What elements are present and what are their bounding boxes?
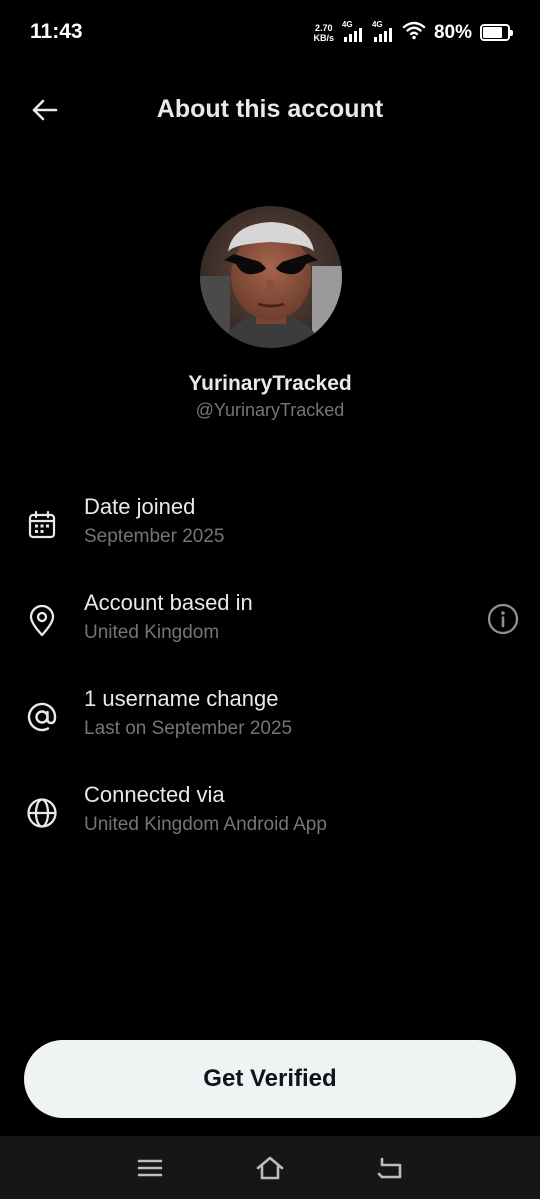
recent-apps-button[interactable] <box>133 1151 167 1185</box>
page-title: About this account <box>156 95 384 123</box>
signal-1-icon: 4G <box>342 20 364 44</box>
status-bar: 11:43 2.70 KB/s 4G 4G 80% <box>0 0 540 66</box>
display-name: YurinaryTracked <box>188 372 352 395</box>
battery-percent: 80% <box>433 21 472 43</box>
nav-back-button[interactable] <box>373 1151 407 1185</box>
account-based-in-value: United Kingdom <box>84 622 220 643</box>
status-indicators: 2.70 KB/s 4G 4G 80% <box>313 20 513 45</box>
system-nav-bar <box>0 1136 540 1199</box>
get-verified-button[interactable]: Get Verified <box>24 1040 516 1118</box>
signal-2-icon: 4G <box>372 20 394 44</box>
header: About this account <box>0 80 540 138</box>
username-change-value: Last on September 2025 <box>84 718 293 739</box>
date-joined-value: September 2025 <box>84 526 225 547</box>
info-row-date-joined: Date joined September 2025 <box>0 494 540 566</box>
home-icon <box>256 1156 284 1180</box>
info-row-connected-via: Connected via United Kingdom Android App <box>0 782 540 854</box>
menu-icon <box>137 1159 163 1177</box>
network-speed: 2.70 KB/s <box>313 23 334 43</box>
info-row-username-change: 1 username change Last on September 2025 <box>0 686 540 758</box>
avatar[interactable] <box>200 206 342 348</box>
info-button[interactable] <box>486 602 520 636</box>
wifi-icon <box>402 20 426 45</box>
username-change-title: 1 username change <box>84 686 279 711</box>
connected-via-title: Connected via <box>84 782 225 807</box>
date-joined-title: Date joined <box>84 494 196 519</box>
network-speed-value: 2.70 <box>314 22 333 33</box>
at-sign-icon <box>24 699 60 735</box>
calendar-icon <box>24 507 60 543</box>
account-based-in-title: Account based in <box>84 590 253 615</box>
back-icon <box>377 1157 402 1179</box>
username-handle: @YurinaryTracked <box>195 400 345 420</box>
connected-via-value: United Kingdom Android App <box>84 814 327 835</box>
network-speed-unit: KB/s <box>313 32 334 43</box>
status-time: 11:43 <box>30 20 83 43</box>
globe-icon <box>24 795 60 831</box>
home-button[interactable] <box>253 1151 287 1185</box>
battery-fill <box>483 27 503 38</box>
battery-icon <box>480 24 513 41</box>
info-icon <box>487 603 519 635</box>
info-row-account-based-in: Account based in United Kingdom <box>0 590 540 662</box>
location-pin-icon <box>24 603 60 639</box>
